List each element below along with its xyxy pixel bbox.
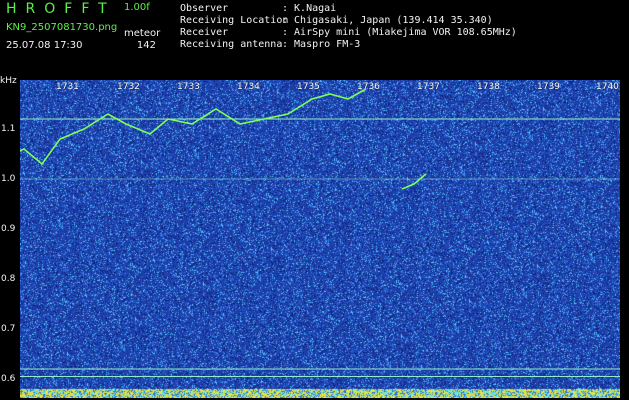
time-tick-1734: 1734 bbox=[237, 82, 260, 92]
meteor-label: meteor bbox=[124, 28, 161, 39]
info-key-location: Receiving Location bbox=[180, 15, 289, 26]
spectrogram-overlay bbox=[20, 88, 620, 377]
time-tick-1740: 1740 bbox=[596, 82, 619, 92]
info-key-antenna: Receiving antenna bbox=[180, 39, 283, 50]
datetime-label: 25.07.08 17:30 bbox=[6, 40, 83, 51]
signal-trace-1 bbox=[401, 173, 427, 190]
time-tick-1733: 1733 bbox=[177, 82, 200, 92]
time-tick-1736: 1736 bbox=[357, 82, 380, 92]
info-value-observer: : K.Nagai bbox=[282, 3, 337, 14]
time-tick-1732: 1732 bbox=[117, 82, 140, 92]
time-tick-1739: 1739 bbox=[537, 82, 560, 92]
info-key-receiver: Receiver bbox=[180, 27, 229, 38]
version-label: 1.00f bbox=[124, 2, 150, 13]
meteor-count: 142 bbox=[136, 40, 156, 51]
info-key-observer: Observer bbox=[180, 3, 229, 14]
y-tick-0-9: 0.9 bbox=[1, 224, 16, 234]
y-tick-0-7: 0.7 bbox=[1, 324, 16, 334]
right-margin bbox=[620, 76, 629, 400]
time-tick-1731: 1731 bbox=[56, 82, 79, 92]
y-tick-0-8: 0.8 bbox=[1, 274, 16, 284]
y-tick-0-6: 0.6 bbox=[1, 374, 16, 384]
y-tick-1-1: 1.1 bbox=[1, 124, 16, 134]
signal-trace-0 bbox=[20, 88, 367, 166]
info-value-location: : Chigasaki, Japan (139.414 35.340) bbox=[282, 15, 493, 26]
info-value-antenna: : Maspro FM-3 bbox=[282, 39, 361, 50]
spectrogram-plot bbox=[20, 80, 620, 398]
info-value-receiver: : AirSpy mini (Miakejima VOR 108.65MHz) bbox=[282, 27, 517, 38]
header-panel: HROFFT 1.00f KN9_2507081730.png meteor 2… bbox=[0, 0, 629, 76]
time-tick-1735: 1735 bbox=[297, 82, 320, 92]
filename-label: KN9_2507081730.png bbox=[6, 22, 118, 33]
time-tick-1738: 1738 bbox=[477, 82, 500, 92]
y-axis-unit: kHz bbox=[0, 76, 17, 86]
time-tick-1737: 1737 bbox=[417, 82, 440, 92]
app-title: HROFFT bbox=[6, 1, 116, 17]
y-tick-1-0: 1.0 bbox=[1, 174, 16, 184]
